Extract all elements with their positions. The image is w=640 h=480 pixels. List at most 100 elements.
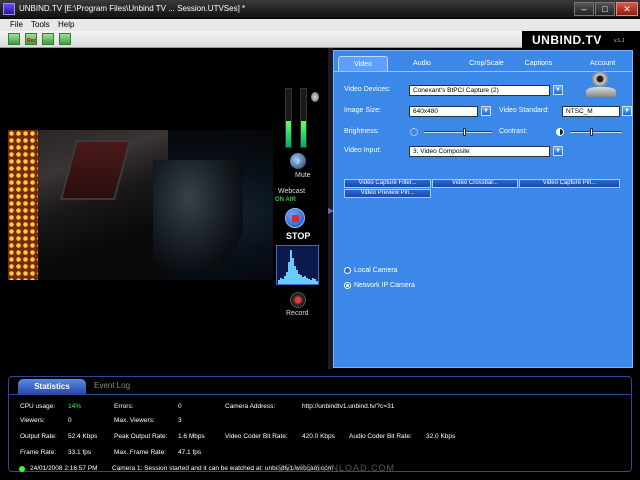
local-camera-radio[interactable]	[344, 267, 351, 274]
network-ip-camera-label[interactable]: Network IP Camera	[354, 282, 415, 289]
audio-level-meter-left	[285, 88, 292, 148]
image-size-dropdown-icon[interactable]: ▼	[481, 106, 491, 116]
viewers-label: Viewers:	[20, 417, 45, 424]
mute-icon[interactable]: ♪	[290, 153, 306, 169]
camera-address-label: Camera Address:	[225, 403, 276, 410]
audio-level-meter-right	[300, 88, 307, 148]
minimize-button[interactable]: –	[574, 2, 594, 16]
tab-captions[interactable]: Captions	[516, 56, 561, 71]
video-standard-select[interactable]: NTSC_M	[562, 106, 620, 117]
menu-tools[interactable]: Tools	[31, 20, 50, 29]
video-standard-label: Video Standard:	[499, 107, 550, 114]
on-air-label: ON AIR	[275, 197, 296, 203]
mute-label: Mute	[295, 172, 311, 179]
brightness-thumb[interactable]	[463, 128, 466, 136]
window-title: UNBIND.TV [E:\Program Files\Unbind TV ..…	[19, 4, 246, 13]
stop-icon[interactable]	[285, 208, 305, 228]
settings-tabs: Video Audio Crop/Scale Captions Account	[334, 56, 632, 71]
video-devices-label: Video Devices:	[344, 86, 391, 93]
cpu-usage-value: 14%	[68, 403, 82, 410]
video-input-select[interactable]: 3: Video Composite	[409, 146, 550, 157]
errors-label: Errors:	[114, 403, 134, 410]
local-camera-label[interactable]: Local Camera	[354, 267, 398, 274]
errors-value: 0	[178, 403, 182, 410]
app-icon	[3, 3, 15, 15]
snapshot-button[interactable]	[59, 33, 71, 45]
output-rate-value: 52.4 Kbps	[68, 433, 98, 440]
brand-area: UNBIND.TV v.1.1	[522, 31, 640, 48]
network-ip-camera-radio[interactable]	[344, 282, 351, 289]
video-capture-filter-button[interactable]: Video Capture Filter...	[344, 179, 431, 188]
peak-output-rate-value: 1.6 Mbps	[178, 433, 205, 440]
tab-audio[interactable]: Audio	[402, 56, 442, 71]
contrast-label: Contrast:	[499, 128, 528, 135]
video-devices-dropdown-icon[interactable]: ▼	[553, 85, 563, 95]
title-bar: UNBIND.TV [E:\Program Files\Unbind TV ..…	[0, 0, 640, 19]
brightness-slider[interactable]	[424, 128, 492, 136]
maximize-button[interactable]: □	[595, 2, 615, 16]
video-area: ♪ Mute Webcast ON AIR STOP Record	[8, 48, 328, 369]
stats-divider	[9, 394, 631, 395]
menu-file[interactable]: File	[10, 20, 23, 29]
contrast-thumb[interactable]	[590, 128, 593, 136]
video-coder-bit-rate-label: Video Coder Bit Rate:	[225, 433, 288, 440]
menu-bar: File Tools Help	[0, 19, 640, 31]
video-input-dropdown-icon[interactable]: ▼	[553, 146, 563, 156]
audio-coder-bit-rate-label: Audio Coder Bit Rate:	[349, 433, 412, 440]
video-preview-pin-button[interactable]: Video Preview Pin...	[344, 189, 431, 198]
image-size-select[interactable]: 640x480	[409, 106, 478, 117]
tab-statistics[interactable]: Statistics	[18, 379, 86, 394]
menu-help[interactable]: Help	[58, 20, 74, 29]
statistics-panel: Statistics Event Log CPU usage: 14% Erro…	[8, 376, 632, 473]
video-coder-bit-rate-value: 420.0 Kbps	[302, 433, 335, 440]
image-size-label: Image Size:	[344, 107, 381, 114]
status-timestamp: 24/01/2008 2:16:57 PM	[30, 465, 98, 472]
record-label: Record	[286, 310, 309, 317]
stop-label[interactable]: STOP	[286, 231, 310, 241]
audio-coder-bit-rate-value: 32.0 Kbps	[426, 433, 456, 440]
audio-spectrum	[276, 245, 319, 285]
speaker-icon	[311, 92, 319, 102]
tab-event-log[interactable]: Event Log	[94, 381, 130, 390]
video-capture-pin-button[interactable]: Video Capture Pin...	[519, 179, 620, 188]
tab-video[interactable]: Video	[338, 56, 388, 71]
new-session-button[interactable]	[8, 33, 20, 45]
max-viewers-label: Max. Viewers:	[114, 417, 155, 424]
contrast-slider[interactable]	[570, 128, 622, 136]
max-frame-rate-value: 47.1 fps	[178, 449, 202, 456]
brand-version: v.1.1	[614, 38, 625, 44]
frame-rate-label: Frame Rate:	[20, 449, 57, 456]
video-devices-select[interactable]: Conexant's BtPCI Capture (2)	[409, 85, 550, 96]
frame-rate-value: 33.1 fps	[68, 449, 92, 456]
video-preview	[8, 130, 273, 280]
tab-crop-scale[interactable]: Crop/Scale	[459, 56, 514, 71]
cpu-usage-label: CPU usage:	[20, 403, 56, 410]
max-frame-rate-label: Max. Frame Rate:	[114, 449, 167, 456]
brand-logo: UNBIND.TV	[532, 33, 602, 47]
video-input-label: Video Input:	[344, 147, 382, 154]
tab-account[interactable]: Account	[580, 56, 625, 71]
spectrum-bar	[316, 281, 318, 284]
output-rate-label: Output Rate:	[20, 433, 57, 440]
peak-output-rate-label: Peak Output Rate:	[114, 433, 168, 440]
max-viewers-value: 3	[178, 417, 182, 424]
webcast-label: Webcast	[278, 188, 306, 195]
settings-panel: Video Audio Crop/Scale Captions Account …	[333, 50, 633, 368]
viewers-value: 0	[68, 417, 72, 424]
brightness-icon	[410, 128, 418, 136]
record-toolbar-button[interactable]: Rec	[25, 33, 37, 45]
video-crossbar-button[interactable]: Video Crossbar...	[432, 179, 518, 188]
record-icon[interactable]	[290, 292, 306, 308]
watermark: GEARDOWNLOAD.COM	[277, 463, 396, 473]
webcam-icon	[586, 71, 616, 99]
close-button[interactable]: ✕	[616, 2, 638, 16]
video-person	[153, 160, 243, 270]
camera-address-value: http://unbindtv1.unbind.tv/?c=31	[302, 403, 395, 410]
network-button[interactable]	[42, 33, 54, 45]
status-ok-icon	[19, 466, 25, 472]
video-standard-dropdown-icon[interactable]: ▼	[622, 106, 632, 116]
video-lights	[8, 130, 38, 280]
contrast-icon	[556, 128, 564, 136]
rec-label: Rec	[27, 38, 37, 44]
brightness-label: Brightness:	[344, 128, 380, 135]
